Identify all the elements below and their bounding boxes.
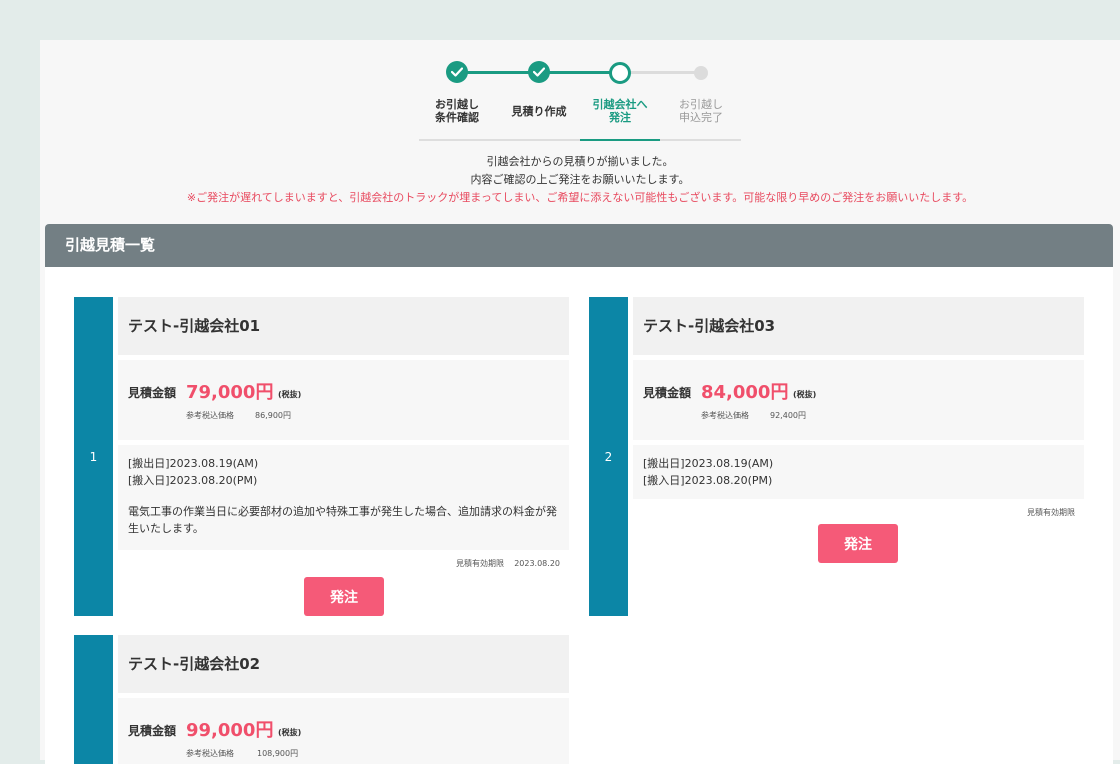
tax-note: (税抜) (278, 390, 302, 399)
validity: 見積有効期限 (633, 507, 1084, 518)
quote-card-body: テスト-引越会社02 見積金額 99,000円 (税抜) 参考税込価格 108,… (118, 635, 569, 764)
ref-price-label: 参考税込価格 (186, 749, 234, 758)
step-underline (419, 139, 741, 141)
ref-price-value: 92,400円 (770, 411, 806, 420)
validity-date: 2023.08.20 (514, 559, 560, 568)
price-block: 見積金額 84,000円 (税抜) 参考税込価格 92,400円 (633, 360, 1084, 440)
company-name: テスト-引越会社02 (118, 635, 569, 693)
ref-price-label: 参考税込価格 (701, 411, 749, 420)
step-2-check-icon (528, 61, 550, 83)
progress-stepper: お引越し 条件確認 見積り作成 引越会社へ 発注 お引越し 申込完了 (40, 40, 1120, 155)
ref-price-value: 108,900円 (257, 749, 299, 758)
step-underline-active (580, 139, 660, 141)
validity: 見積有効期限 2023.08.20 (118, 558, 569, 569)
step-4-label: お引越し 申込完了 (679, 98, 723, 124)
step-4-pending-icon (694, 66, 708, 80)
step-3-label: 引越会社へ 発注 (592, 98, 648, 124)
quote-rank: 2 (589, 297, 628, 616)
validity-label: 見積有効期限 (1027, 508, 1075, 517)
order-button[interactable]: 発注 (818, 524, 898, 563)
price-block: 見積金額 79,000円 (税抜) 参考税込価格 86,900円 (118, 360, 569, 440)
step-2-label: 見積り作成 (511, 105, 567, 118)
dates-block: [搬出日]2023.08.19(AM) [搬入日]2023.08.20(PM) … (118, 445, 569, 550)
quote-note: 電気工事の作業当日に必要部材の追加や特殊工事が発生した場合、追加請求の料金が発生… (128, 505, 557, 535)
quote-card-2: 2 テスト-引越会社03 見積金額 84,000円 (税抜) 参考税込価格 92… (589, 297, 1084, 616)
step-3-current-icon (609, 62, 631, 84)
step-1-label: お引越し 条件確認 (435, 98, 479, 124)
validity-label: 見積有効期限 (456, 559, 505, 568)
company-name: テスト-引越会社01 (118, 297, 569, 355)
quote-card-body: テスト-引越会社03 見積金額 84,000円 (税抜) 参考税込価格 92,4… (633, 297, 1084, 563)
quote-rank: 1 (74, 297, 113, 616)
price-value: 99,000円 (186, 720, 274, 741)
ref-price-label: 参考税込価格 (186, 411, 234, 420)
tax-note: (税抜) (278, 728, 302, 737)
warning-message: ※ご発注が遅れてしまいますと、引越会社のトラックが埋まってしまい、ご希望に添えな… (186, 191, 974, 204)
quote-card-3: テスト-引越会社02 見積金額 99,000円 (税抜) 参考税込価格 108,… (74, 635, 569, 764)
price-value: 79,000円 (186, 382, 274, 403)
page-container: お引越し 条件確認 見積り作成 引越会社へ 発注 お引越し 申込完了 引越会社か… (40, 40, 1120, 764)
move-in-date: [搬入日]2023.08.20(PM) (643, 474, 773, 487)
panel-title: 引越見積一覧 (45, 224, 1113, 267)
move-in-date: [搬入日]2023.08.20(PM) (128, 474, 258, 487)
company-name: テスト-引越会社03 (633, 297, 1084, 355)
move-out-date: [搬出日]2023.08.19(AM) (128, 457, 259, 470)
tax-note: (税抜) (793, 390, 817, 399)
step-connector-3 (630, 71, 702, 74)
price-label: 見積金額 (128, 724, 177, 738)
move-out-date: [搬出日]2023.08.19(AM) (643, 457, 774, 470)
quote-rank (74, 635, 113, 764)
price-value: 84,000円 (701, 382, 789, 403)
order-button[interactable]: 発注 (304, 577, 384, 616)
dates-block: [搬出日]2023.08.19(AM) [搬入日]2023.08.20(PM) (633, 445, 1084, 499)
price-block: 見積金額 99,000円 (税抜) 参考税込価格 108,900円 (118, 698, 569, 764)
quote-card-body: テスト-引越会社01 見積金額 79,000円 (税抜) 参考税込価格 86,9… (118, 297, 569, 616)
step-1-check-icon (446, 61, 468, 83)
info-message-1: 引越会社からの見積りが揃いました。 (486, 155, 674, 168)
price-label: 見積金額 (643, 386, 692, 400)
quote-card-1: 1 テスト-引越会社01 見積金額 79,000円 (税抜) 参考税込価格 86… (74, 297, 569, 616)
quote-list-panel: 引越見積一覧 1 テスト-引越会社01 見積金額 79,000円 (税抜) 参考… (45, 224, 1113, 764)
ref-price-value: 86,900円 (255, 411, 291, 420)
info-message-2: 内容ご確認の上ご発注をお願いいたします。 (470, 173, 690, 186)
price-label: 見積金額 (128, 386, 177, 400)
